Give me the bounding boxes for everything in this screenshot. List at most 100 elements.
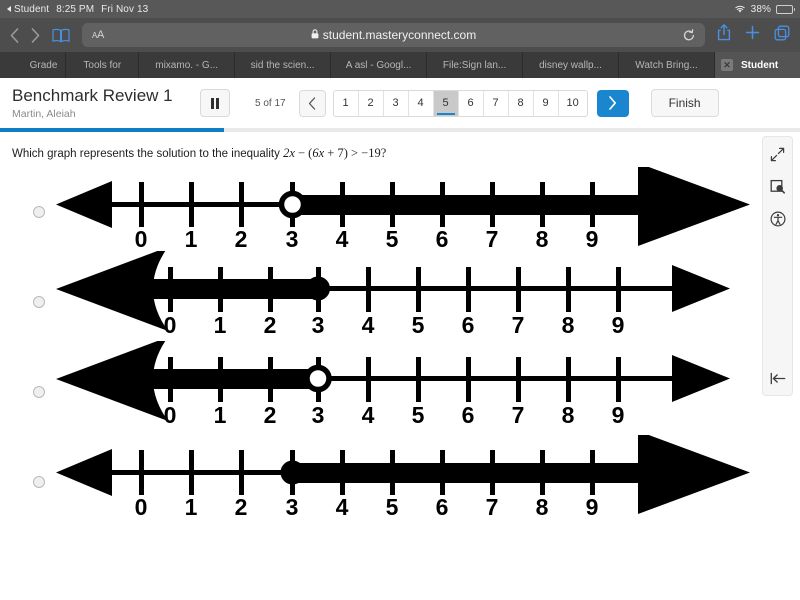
tick-label: 8 [562, 402, 575, 428]
radio-button-a[interactable] [33, 206, 45, 218]
pause-button[interactable] [200, 89, 230, 117]
answer-option-d[interactable]: 0 1 2 3 4 5 6 7 8 9 [0, 435, 800, 527]
tick-label: 8 [536, 226, 549, 252]
question-expr-d: + 7) > −19? [324, 146, 387, 160]
tick-label: 0 [164, 312, 177, 338]
radio-button-c[interactable] [33, 386, 45, 398]
book-icon[interactable] [52, 28, 70, 43]
pause-icon [210, 97, 220, 109]
page-number[interactable]: 7 [483, 90, 509, 116]
answer-option-c[interactable]: 0 1 2 3 4 5 6 7 8 9 [0, 341, 800, 437]
url-text: student.masteryconnect.com [322, 28, 477, 42]
tick-label: 5 [386, 494, 399, 520]
page-number[interactable]: 1 [333, 90, 359, 116]
tabs-icon[interactable] [774, 25, 790, 46]
reload-icon[interactable] [683, 28, 695, 42]
answer-option-a[interactable]: 0 1 2 3 4 5 6 7 8 9 [0, 167, 800, 257]
tick-label: 3 [312, 402, 325, 428]
tick-label: 5 [412, 312, 425, 338]
tick-label: 6 [436, 226, 449, 252]
pagination: 1 2 3 4 5 6 7 8 9 10 [298, 89, 629, 117]
battery-percent-label: 38% [750, 3, 771, 15]
tick-label: 3 [286, 494, 299, 520]
tick-label: 0 [164, 402, 177, 428]
finish-button[interactable]: Finish [650, 89, 719, 117]
share-icon[interactable] [717, 24, 731, 46]
tick-label: 4 [336, 226, 349, 252]
close-icon[interactable]: ✕ [720, 59, 733, 71]
status-date: Fri Nov 13 [101, 3, 149, 15]
tick-label: 9 [586, 494, 599, 520]
accessibility-icon[interactable] [769, 211, 786, 227]
tick-label: 0 [135, 494, 148, 520]
page-number[interactable]: 10 [558, 90, 587, 116]
tick-label: 1 [185, 494, 198, 520]
next-question-button[interactable] [596, 89, 629, 117]
tick-label: 6 [462, 312, 475, 338]
tick-label: 7 [512, 402, 525, 428]
page-number[interactable]: 6 [458, 90, 484, 116]
status-back-app-label[interactable]: Student [14, 4, 49, 15]
browser-tab-active[interactable]: ✕ Student [714, 52, 800, 78]
url-bar[interactable]: AA student.masteryconnect.com [82, 23, 705, 47]
back-to-app-icon[interactable] [7, 6, 11, 12]
assessment-header: Benchmark Review 1 Martin, Aleiah 5 of 1… [0, 78, 800, 128]
page-number-list: 1 2 3 4 5 6 7 8 9 10 [332, 89, 588, 117]
browser-tab[interactable]: Tools for [66, 52, 140, 78]
page-number[interactable]: 3 [383, 90, 409, 116]
page-title: Benchmark Review 1 [12, 86, 173, 105]
tick-label: 4 [362, 312, 375, 338]
tick-label: 9 [586, 226, 599, 252]
chevron-left-icon[interactable] [10, 27, 19, 43]
tick-label: 4 [336, 494, 349, 520]
tick-label: 2 [235, 226, 248, 252]
tick-label: 7 [512, 312, 525, 338]
answer-option-b[interactable]: 0 1 2 3 4 5 6 7 8 9 [0, 251, 800, 347]
question-prefix: Which graph represents the solution to t… [12, 148, 284, 160]
browser-tab[interactable]: File:Sign lan... [427, 52, 524, 78]
tick-label: 2 [264, 402, 277, 428]
tick-label: 1 [214, 312, 227, 338]
safari-toolbar: AA student.masteryconnect.com [0, 18, 800, 52]
question-expr-a: 2x [283, 146, 295, 160]
tick-label: 8 [536, 494, 549, 520]
page-number[interactable]: 8 [508, 90, 534, 116]
page-number[interactable]: 4 [408, 90, 434, 116]
tick-label: 0 [135, 226, 148, 252]
page-number[interactable]: 9 [533, 90, 559, 116]
tick-label: 4 [362, 402, 375, 428]
tick-label: 9 [612, 312, 625, 338]
radio-button-b[interactable] [33, 296, 45, 308]
tick-label: 2 [235, 494, 248, 520]
tick-label: 6 [462, 402, 475, 428]
radio-button-d[interactable] [33, 476, 45, 488]
answer-options: 0 1 2 3 4 5 6 7 8 9 0 1 2 3 4 5 6 7 8 9 … [0, 167, 800, 527]
chevron-right-icon[interactable] [31, 27, 40, 43]
number-line-d: 0 1 2 3 4 5 6 7 8 9 [56, 435, 750, 520]
tick-label: 7 [486, 226, 499, 252]
tick-label: 1 [214, 402, 227, 428]
browser-tab[interactable]: A asl - Googl... [331, 52, 428, 78]
plus-icon[interactable] [745, 25, 760, 45]
tick-label: 1 [185, 226, 198, 252]
tick-label: 2 [264, 312, 277, 338]
collapse-left-icon[interactable] [770, 372, 786, 385]
browser-tab[interactable]: sid the scien... [235, 52, 332, 78]
page-number[interactable]: 2 [358, 90, 384, 116]
question-counter: 5 of 17 [255, 97, 286, 109]
browser-tab[interactable]: mixamo. - G... [139, 52, 236, 78]
browser-tab[interactable]: disney wallp... [523, 52, 620, 78]
browser-tab[interactable]: Grade [0, 52, 67, 78]
title-block: Benchmark Review 1 Martin, Aleiah [12, 86, 200, 120]
magnifier-tool-icon[interactable] [770, 179, 785, 194]
tick-label: 8 [562, 312, 575, 338]
tools-sidebar [762, 136, 793, 396]
prev-question-button[interactable] [298, 89, 326, 117]
expand-arrows-icon[interactable] [770, 147, 785, 162]
tick-label: 3 [286, 226, 299, 252]
browser-tab[interactable]: Watch Bring... [619, 52, 715, 78]
status-time: 8:25 PM [56, 3, 95, 15]
page-number-current[interactable]: 5 [433, 90, 459, 116]
tick-label: 3 [312, 312, 325, 338]
reader-size-button[interactable]: AA [92, 29, 104, 41]
